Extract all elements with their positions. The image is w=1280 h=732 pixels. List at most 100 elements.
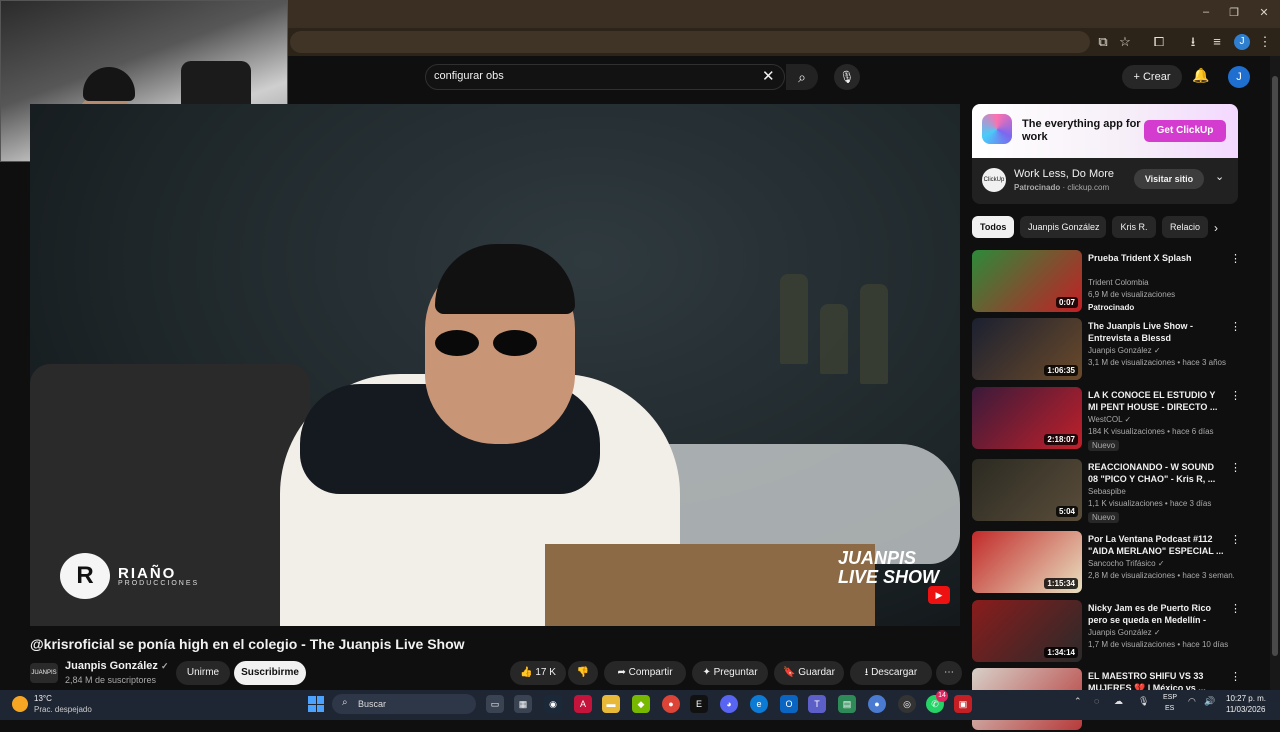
more-options-icon[interactable]: ⋮ (1230, 320, 1241, 333)
notifications-bell-icon[interactable]: 🔔 (1192, 67, 1209, 84)
recommendation-title[interactable]: Por La Ventana Podcast #112 "AIDA MERLAN… (1088, 533, 1224, 557)
download-icon[interactable]: ⭳ (1184, 33, 1202, 51)
obs-icon[interactable]: ◎ (898, 695, 916, 713)
recommendation-title[interactable]: Nicky Jam es de Puerto Rico pero se qued… (1088, 602, 1224, 628)
ad-banner[interactable]: The everything app for work Get ClickUp (972, 104, 1238, 158)
dislike-button[interactable]: 👎 (568, 661, 598, 685)
page-scrollbar[interactable] (1270, 56, 1280, 690)
recommendation-item[interactable]: 5:04 REACCIONANDO - W SOUND 08 "PICO Y CH… (972, 459, 1241, 523)
recommendation-item[interactable]: 0:07 Prueba Trident X Splash Trident Colom… (972, 250, 1241, 314)
recommendation-channel[interactable]: Juanpis González ✓ (1088, 346, 1161, 355)
install-icon[interactable]: ⧉ (1094, 33, 1112, 51)
store-icon[interactable]: ▦ (514, 695, 532, 713)
steam-icon[interactable]: ◉ (544, 695, 562, 713)
more-options-icon[interactable]: ⋮ (1230, 252, 1241, 265)
recommendation-channel[interactable]: Sebaspibe (1088, 487, 1126, 496)
tray-app-icon[interactable]: ◌ (1094, 696, 1099, 706)
close-window-icon[interactable]: ✕ (1254, 6, 1274, 22)
windows-start-icon[interactable] (308, 696, 324, 712)
scrollbar-thumb[interactable] (1272, 76, 1278, 656)
more-options-icon[interactable]: ⋮ (1230, 602, 1241, 615)
download-button[interactable]: ⭳ Descargar (850, 661, 932, 685)
keyboard-layout[interactable]: ES (1165, 705, 1174, 712)
recommendation-title[interactable]: REACCIONANDO - W SOUND 08 "PICO Y CHAO" … (1088, 461, 1224, 485)
channel-avatar[interactable]: JUANPIS (30, 663, 58, 683)
wifi-icon[interactable]: ◠ (1188, 696, 1196, 707)
share-button[interactable]: ➦ Compartir (604, 661, 686, 685)
recommendation-channel[interactable]: WestCOL ✓ (1088, 415, 1131, 424)
save-button[interactable]: 🔖 Guardar (774, 661, 844, 685)
more-options-icon[interactable]: ⋮ (1230, 389, 1241, 402)
chevron-right-icon[interactable]: › (1214, 221, 1218, 235)
chip-kris[interactable]: Kris R. (1112, 216, 1156, 238)
app-icon[interactable]: ▤ (838, 695, 856, 713)
ad-cta-button[interactable]: Get ClickUp (1144, 120, 1226, 142)
clear-search-icon[interactable]: ✕ (762, 67, 775, 85)
menu-icon[interactable]: ⋮ (1256, 33, 1274, 51)
task-view-icon[interactable]: ▭ (486, 695, 504, 713)
playlist-icon[interactable]: ≡ (1208, 33, 1226, 51)
recommendation-channel[interactable]: Sancocho Trifásico ✓ (1088, 559, 1165, 568)
taskbar-search[interactable] (332, 694, 476, 714)
visit-site-button[interactable]: Visitar sitio (1134, 169, 1204, 189)
account-avatar[interactable]: J (1228, 66, 1250, 88)
channel-name[interactable]: Juanpis González ✓ (65, 660, 169, 672)
volume-icon[interactable]: 🔊 (1204, 696, 1215, 707)
app-red-icon[interactable]: ▣ (954, 695, 972, 713)
tray-mic-icon[interactable]: 🎙 (1138, 696, 1149, 707)
teams-icon[interactable]: T (808, 695, 826, 713)
video-thumbnail[interactable]: 1:06:35 (972, 318, 1082, 380)
video-player[interactable] (30, 104, 960, 626)
chip-relacionados[interactable]: Relacio (1162, 216, 1208, 238)
recommendation-channel[interactable]: Juanpis González ✓ (1088, 628, 1161, 637)
join-button[interactable]: Unirme (176, 661, 230, 685)
recommendation-title[interactable]: Prueba Trident X Splash (1088, 252, 1224, 264)
acrobat-icon[interactable]: A (574, 695, 592, 713)
browser-profile-avatar[interactable]: J (1234, 34, 1250, 50)
weather-temperature[interactable]: 13°C (34, 694, 52, 703)
extensions-icon[interactable]: ⧠ (1150, 33, 1168, 51)
nvidia-icon[interactable]: ◆ (632, 695, 650, 713)
video-thumbnail[interactable]: 0:07 (972, 250, 1082, 312)
recommendation-title[interactable]: The Juanpis Live Show - Entrevista a Ble… (1088, 320, 1224, 344)
more-options-icon[interactable]: ⋮ (1230, 670, 1241, 683)
clock-time[interactable]: 10:27 p. m. (1226, 694, 1266, 703)
more-options-icon[interactable]: ⋮ (1230, 461, 1241, 474)
chrome-icon[interactable]: ● (662, 695, 680, 713)
recommendation-item[interactable]: 1:15:34 Por La Ventana Podcast #112 "AIDA… (972, 531, 1241, 595)
recommendation-channel[interactable]: Trident Colombia (1088, 278, 1149, 287)
recommendation-item[interactable]: 2:18:07 LA K CONOCE EL ESTUDIO Y MI PENT … (972, 387, 1241, 451)
recommendation-title[interactable]: LA K CONOCE EL ESTUDIO Y MI PENT HOUSE -… (1088, 389, 1224, 413)
epic-games-icon[interactable]: E (690, 695, 708, 713)
ad-card[interactable]: The everything app for work Get ClickUp … (972, 104, 1238, 204)
maximize-icon[interactable]: ❐ (1224, 6, 1244, 22)
language-code[interactable]: ESP (1163, 694, 1177, 701)
clock-date[interactable]: 11/03/2026 (1226, 705, 1265, 714)
outlook-icon[interactable]: O (780, 695, 798, 713)
create-button[interactable]: + Crear (1122, 65, 1182, 89)
video-thumbnail[interactable]: 5:04 (972, 459, 1082, 521)
chevron-down-icon[interactable]: ⌄ (1215, 170, 1224, 183)
star-icon[interactable]: ☆ (1116, 33, 1134, 51)
video-thumbnail[interactable]: 2:18:07 (972, 387, 1082, 449)
more-options-icon[interactable]: ⋮ (1230, 533, 1241, 546)
tray-chevron-icon[interactable]: ⌃ (1074, 696, 1082, 707)
file-explorer-icon[interactable]: ▬ (602, 695, 620, 713)
like-button[interactable]: 👍 17 K (510, 661, 566, 685)
recommendation-item[interactable]: 1:06:35 The Juanpis Live Show - Entrevist… (972, 318, 1241, 382)
microphone-icon[interactable]: 🎙 (834, 64, 860, 90)
ask-button[interactable]: ✦ Preguntar (692, 661, 768, 685)
subscribe-button[interactable]: Suscribirme (234, 661, 306, 685)
tray-cloud-icon[interactable]: ☁ (1114, 696, 1123, 707)
address-bar[interactable] (290, 31, 1090, 53)
video-thumbnail[interactable]: 1:15:34 (972, 531, 1082, 593)
video-thumbnail[interactable]: 1:34:14 (972, 600, 1082, 662)
edge-icon[interactable]: e (750, 695, 768, 713)
chrome-profile-icon[interactable]: ● (868, 695, 886, 713)
minimize-icon[interactable]: – (1196, 6, 1216, 22)
weather-moon-icon[interactable] (12, 696, 28, 712)
search-query[interactable]: configurar obs (434, 70, 504, 82)
weather-description[interactable]: Prac. despejado (34, 705, 92, 714)
discord-icon[interactable]: ◕ (720, 695, 738, 713)
chip-todos[interactable]: Todos (972, 216, 1014, 238)
